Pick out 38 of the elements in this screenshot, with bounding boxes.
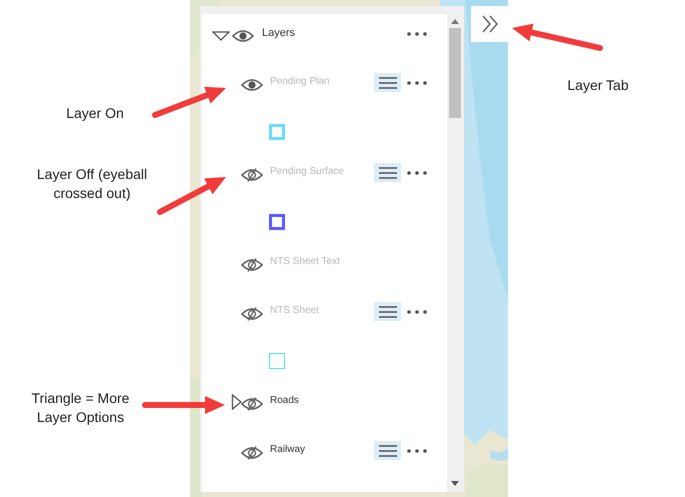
triangle-icon[interactable] [212, 30, 230, 42]
layer-name: Pending Plan [270, 75, 330, 89]
more-icon[interactable] [407, 32, 427, 36]
annotation-label: Layer Tab [566, 76, 630, 95]
more-icon[interactable] [407, 449, 427, 453]
legend-button[interactable] [374, 302, 401, 321]
crossed-eye-icon[interactable] [241, 168, 263, 182]
more-icon[interactable] [407, 171, 427, 175]
legend-button[interactable] [374, 163, 401, 182]
layer-tab-button[interactable] [471, 6, 508, 42]
crossed-eye-icon[interactable] [241, 446, 263, 460]
annotation-label: Layer Off (eyeball crossed out) [36, 165, 148, 203]
legend-button[interactable] [374, 73, 401, 92]
crossed-eye-icon[interactable] [241, 258, 263, 272]
triangle-icon[interactable] [231, 394, 242, 410]
eye-icon[interactable] [232, 29, 254, 43]
legend-button[interactable] [374, 441, 401, 460]
scroll-up-icon[interactable] [450, 19, 458, 24]
double-chevron-icon [480, 14, 498, 34]
more-icon[interactable] [407, 81, 427, 85]
panel-title: Layers [262, 26, 296, 40]
eye-icon[interactable] [241, 78, 263, 92]
layer-name: NTS Sheet Text [270, 255, 340, 269]
crossed-eye-icon[interactable] [241, 307, 263, 321]
annotation-label: Layer On [65, 104, 125, 123]
list-icon [378, 306, 396, 318]
list-icon [378, 76, 396, 88]
list-icon [378, 444, 396, 456]
more-icon[interactable] [407, 310, 427, 314]
layer-name: NTS Sheet [270, 304, 319, 318]
crossed-eye-icon[interactable] [241, 397, 263, 411]
scroll-thumb[interactable] [448, 28, 460, 118]
list-icon [378, 166, 396, 178]
layer-name: Roads [270, 394, 299, 408]
layer-name: Railway [270, 443, 306, 457]
layer-name: Pending Surface [270, 165, 344, 179]
scroll-down-icon[interactable] [450, 481, 458, 486]
annotation-label: Triangle = More Layer Options [30, 389, 130, 427]
